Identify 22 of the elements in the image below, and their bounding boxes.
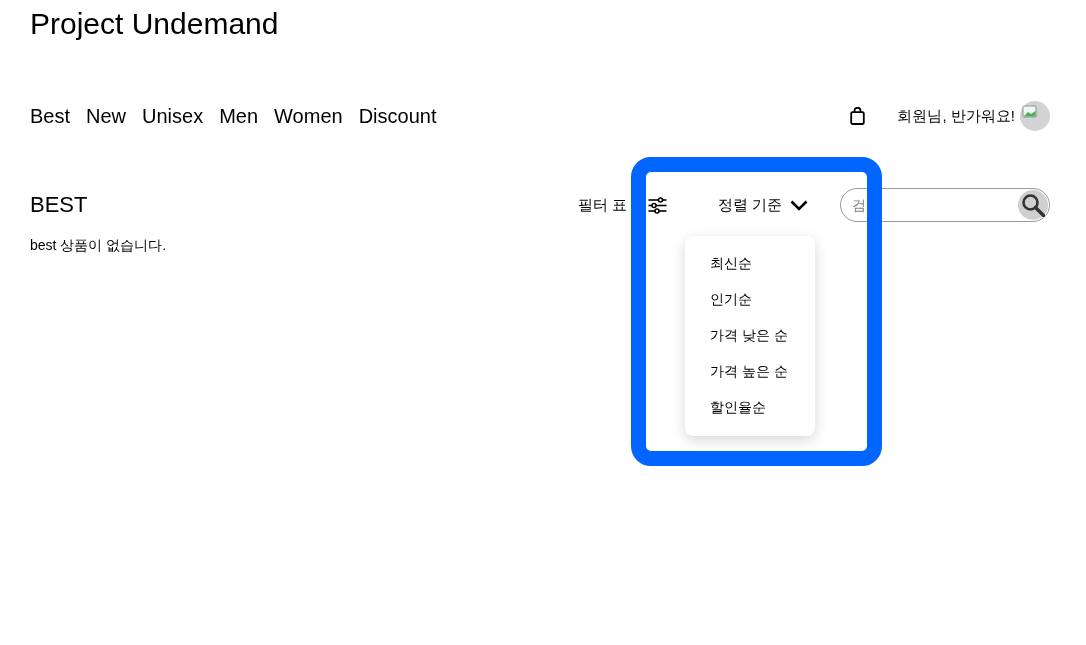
shopping-bag-icon[interactable] bbox=[850, 107, 866, 125]
nav-link[interactable]: Men bbox=[219, 104, 259, 128]
avatar-icon[interactable] bbox=[1020, 101, 1050, 131]
filter-button[interactable]: 필터 표 bbox=[577, 195, 667, 215]
nav-link[interactable]: Unisex bbox=[142, 104, 204, 128]
nav-link[interactable]: Women bbox=[274, 104, 343, 128]
nav-link[interactable]: Discount bbox=[358, 104, 437, 128]
section-title: BEST bbox=[30, 191, 88, 219]
sort-option[interactable]: 가격 낮은 순 bbox=[709, 318, 788, 354]
sort-button[interactable]: 정렬 기준 bbox=[717, 195, 808, 215]
sort-option[interactable]: 가격 높은 순 bbox=[709, 354, 788, 390]
search-icon bbox=[1021, 193, 1045, 217]
sort-option[interactable]: 할인율순 bbox=[709, 390, 766, 426]
sort-option[interactable]: 최신순 bbox=[709, 246, 752, 282]
nav-link[interactable]: Best bbox=[30, 104, 71, 128]
site-title[interactable]: Project Undemand bbox=[30, 0, 279, 42]
greeting-text: 회원님, 반가워요! bbox=[897, 106, 1015, 126]
sliders-icon bbox=[647, 196, 667, 214]
caret-icon bbox=[790, 199, 808, 211]
empty-message: best 상품이 없습니다. bbox=[30, 236, 167, 255]
nav-link[interactable]: New bbox=[86, 104, 127, 128]
sort-option[interactable]: 인기순 bbox=[709, 282, 752, 318]
